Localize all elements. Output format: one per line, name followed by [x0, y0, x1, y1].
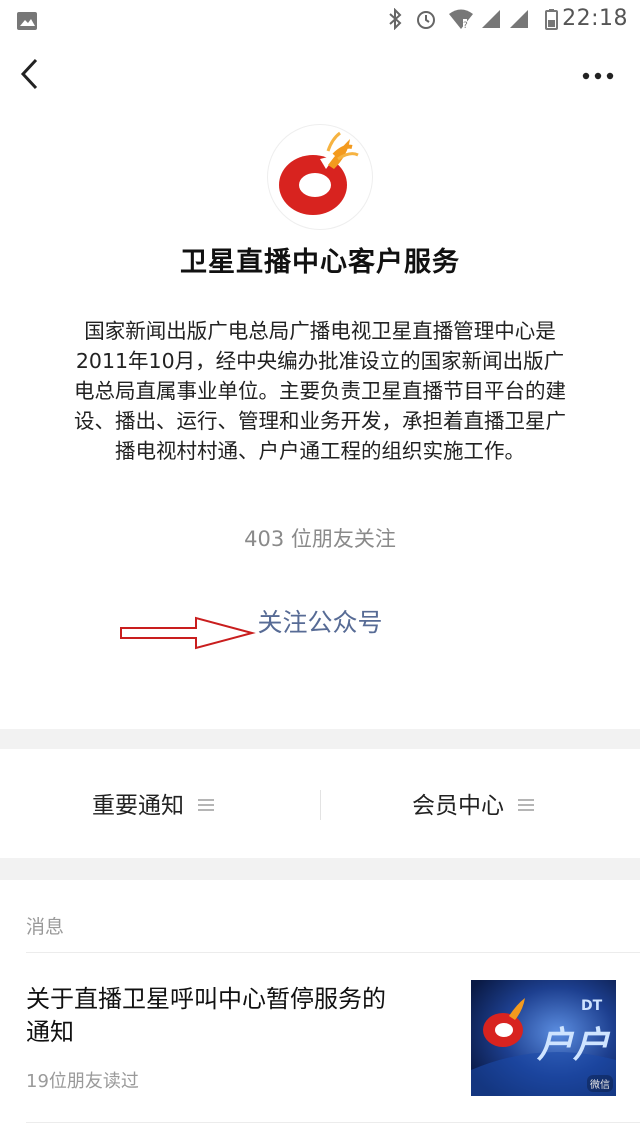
section-divider	[0, 858, 640, 880]
article-item[interactable]: 关于直播卫星呼叫中心暂停服务的通知 19位朋友读过 户户 DT 微信	[0, 953, 640, 1138]
account-name: 卫星直播中心客户服务	[180, 247, 460, 278]
back-button[interactable]	[14, 54, 50, 94]
article-thumbnail: 户户 DT 微信	[471, 980, 616, 1096]
bluetooth-icon	[389, 8, 402, 30]
status-bar: ? 22:18	[0, 0, 640, 40]
article-title: 关于直播卫星呼叫中心暂停服务的通知	[26, 985, 386, 1046]
gallery-notification-icon	[17, 12, 37, 30]
thumbnail-watermark: 微信	[587, 1075, 613, 1092]
menu-divider	[320, 790, 321, 820]
account-logo	[268, 125, 372, 229]
battery-icon	[545, 9, 558, 30]
svg-text:?: ?	[463, 21, 468, 30]
divider	[26, 1122, 640, 1123]
menu-item-label: 会员中心	[412, 793, 504, 819]
menu-item-member-center[interactable]: 会员中心	[412, 780, 534, 832]
messages-section-title: 消息	[26, 916, 65, 938]
menu-lines-icon	[198, 798, 214, 811]
thumbnail-caption: 户户	[537, 1025, 610, 1066]
menu-item-notices[interactable]: 重要通知	[92, 780, 214, 832]
signal-1-icon	[482, 10, 500, 28]
more-button[interactable]	[576, 56, 620, 92]
signal-2-icon	[510, 10, 528, 28]
thumbnail-caption-small: DT	[581, 998, 603, 1014]
account-intro: 国家新闻出版广电总局广播电视卫星直播管理中心是2011年10月，经中央编办批准设…	[74, 319, 566, 463]
more-dots-icon	[582, 72, 614, 80]
menu-lines-icon	[518, 798, 534, 811]
follow-button[interactable]: 关注公众号	[230, 603, 410, 643]
followers-count: 403 位朋友关注	[244, 527, 396, 551]
status-time: 22:18	[562, 6, 628, 31]
menu-item-label: 重要通知	[92, 793, 184, 819]
article-read-count: 19位朋友读过	[26, 1071, 139, 1092]
chevron-left-icon	[20, 58, 38, 90]
alarm-icon	[417, 11, 435, 29]
wifi-icon: ?	[449, 9, 473, 30]
section-divider	[0, 729, 640, 749]
satellite-logo-icon	[279, 131, 359, 215]
